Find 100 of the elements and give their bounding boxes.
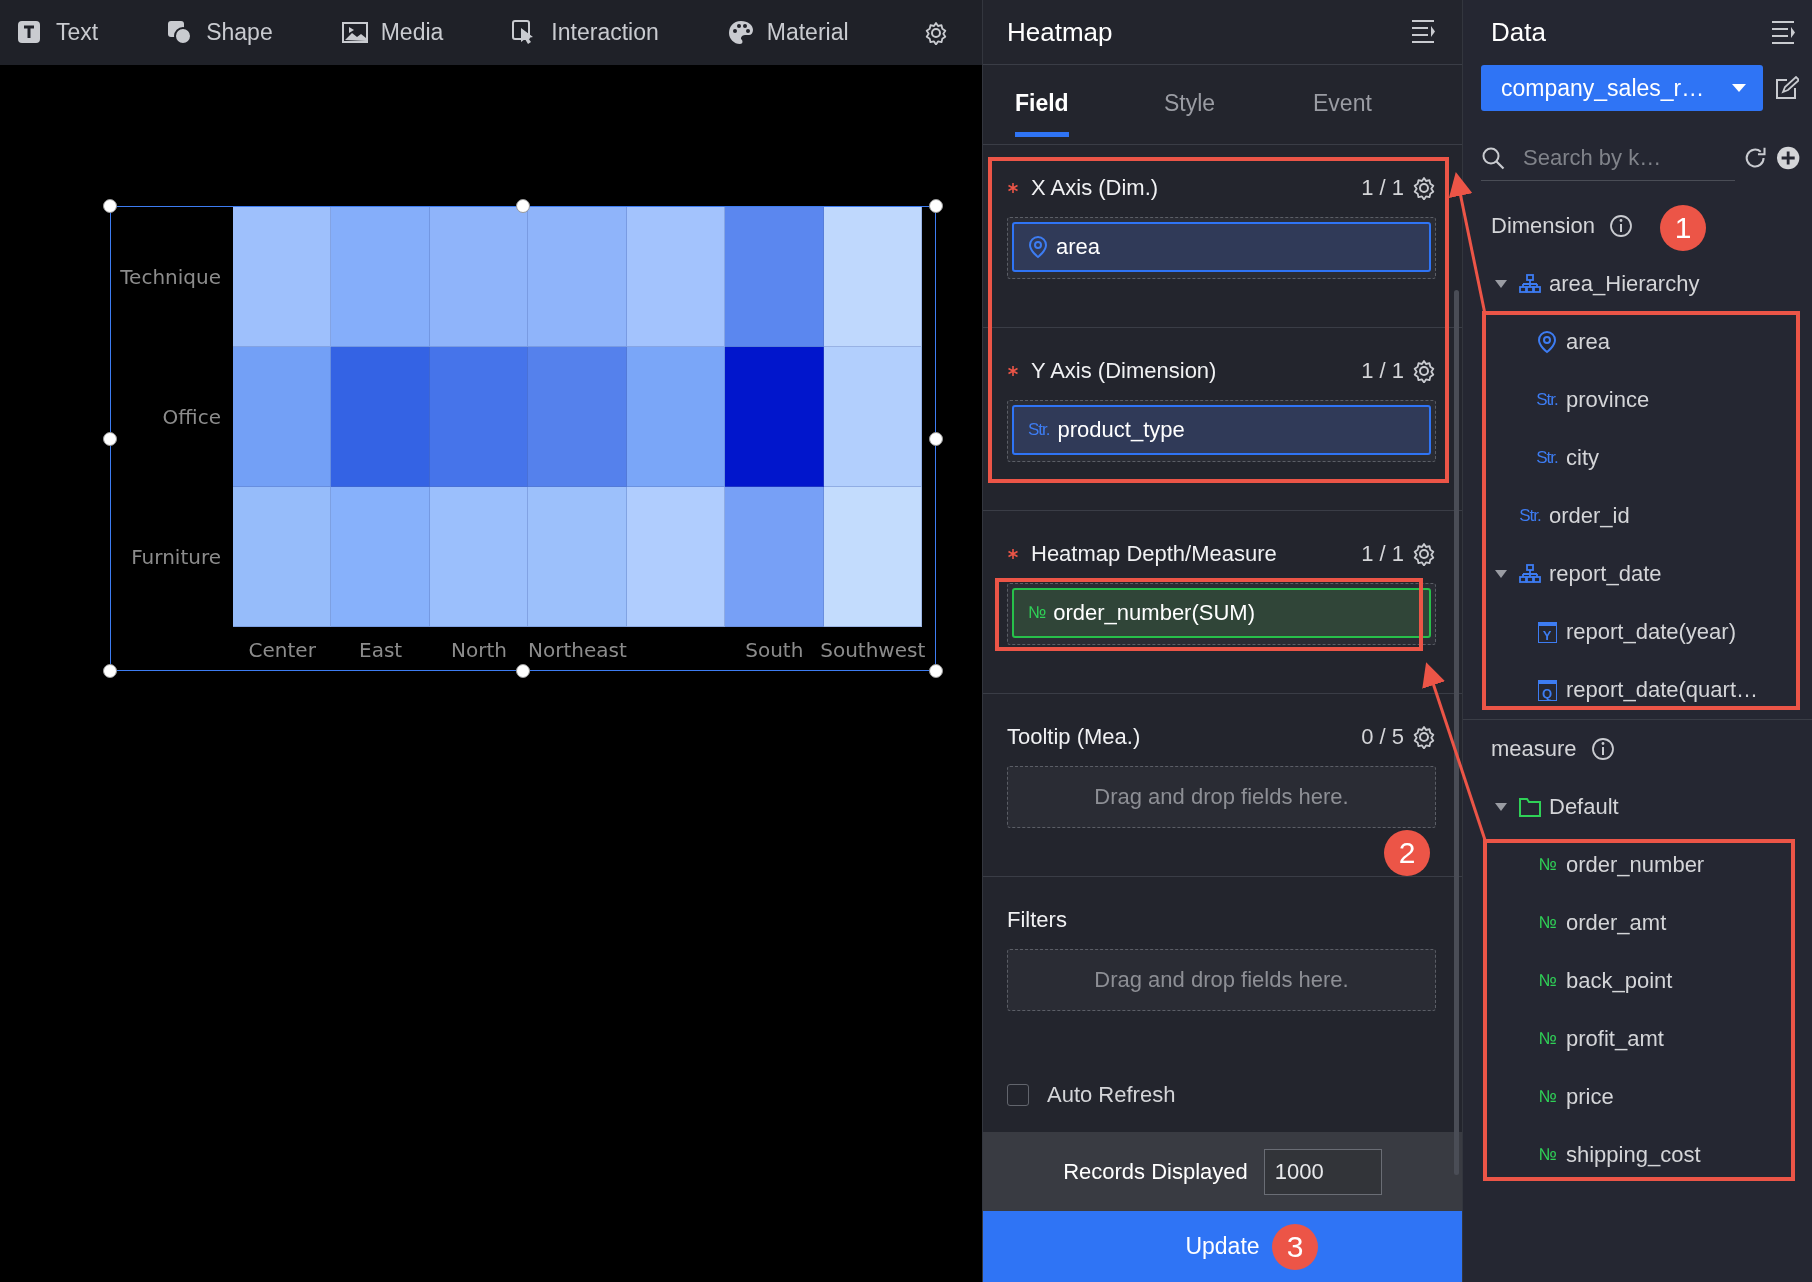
axis-label: Southwest (820, 637, 926, 662)
search-icon (1481, 145, 1505, 170)
resize-handle[interactable] (929, 431, 943, 446)
resize-handle[interactable] (516, 199, 530, 213)
tree-item[interactable]: report_date (1463, 545, 1812, 603)
type-tag: Str. (1028, 420, 1050, 440)
tree-item[interactable]: № back_point (1463, 952, 1812, 1010)
type-tag: Str. (1536, 390, 1558, 410)
type-tag: № (1538, 971, 1556, 991)
resize-handle[interactable] (929, 664, 943, 678)
hierarchy-icon (1519, 564, 1541, 584)
field-count: 0 / 5 (1361, 724, 1404, 750)
resize-handle[interactable] (103, 199, 117, 213)
axis-label: South (745, 637, 804, 662)
checkbox-label: Auto Refresh (1047, 1082, 1176, 1108)
search-field[interactable]: Search by k… (1481, 135, 1736, 181)
dataset-select[interactable]: company_sales_r… (1481, 65, 1763, 111)
panel-title: Data (1491, 17, 1546, 48)
heatmap-chart[interactable]: Technique Office Furniture Center East North Northeast South Southwest (110, 206, 936, 671)
tree-item[interactable]: № shipping_cost (1463, 1126, 1812, 1184)
resize-handle[interactable] (103, 431, 117, 446)
add-icon[interactable] (1775, 145, 1800, 171)
field-label: Records Displayed (1063, 1158, 1248, 1185)
placeholder-text: Drag and drop fields here. (1093, 966, 1350, 994)
collapse-icon[interactable] (1410, 18, 1438, 46)
field-count: 1 / 1 (1361, 541, 1404, 567)
hierarchy-icon (1519, 274, 1541, 294)
tree-item[interactable]: № order_number (1463, 836, 1812, 894)
settings-icon[interactable] (1412, 176, 1436, 200)
tree-item[interactable]: № profit_amt (1463, 1010, 1812, 1068)
field-chip[interactable]: Str. product_type (1012, 405, 1431, 455)
section-title: Heatmap Depth/Measure (1031, 541, 1277, 567)
drop-zone[interactable]: Drag and drop fields here. (1007, 766, 1436, 828)
field-name: product_type (1057, 417, 1185, 443)
tree-item[interactable]: area (1463, 313, 1812, 371)
search-input[interactable]: Search by k… (1521, 143, 1711, 172)
resize-handle[interactable] (929, 199, 943, 213)
scrollbar[interactable] (1454, 290, 1459, 1175)
axis-label: Northeast (528, 637, 627, 662)
collapse-icon[interactable] (1770, 18, 1798, 47)
axis-label: Office (162, 405, 222, 429)
edit-icon[interactable] (1775, 76, 1799, 100)
axis-label: Furniture (131, 545, 222, 569)
field-name: order_number(SUM) (1053, 600, 1255, 626)
settings-icon[interactable] (1412, 359, 1436, 383)
section-title: X Axis (Dim.) (1031, 175, 1159, 201)
type-tag: № (1538, 1145, 1556, 1165)
tab[interactable]: Style (1164, 65, 1313, 145)
tree-item[interactable]: Default (1463, 778, 1812, 836)
tree-item[interactable]: Str. province (1463, 371, 1812, 429)
caret-icon[interactable] (1494, 802, 1508, 812)
tree-item[interactable]: № order_amt (1463, 894, 1812, 952)
field-name: area (1056, 234, 1101, 260)
resize-handle[interactable] (103, 664, 117, 678)
field-count: 1 / 1 (1361, 358, 1404, 384)
section-title: Filters (1007, 907, 1067, 933)
toolbar-button[interactable]: Shape (166, 18, 273, 47)
type-tag: № (1538, 1087, 1556, 1107)
field-chip[interactable]: area (1012, 222, 1431, 272)
type-tag: № (1538, 913, 1556, 933)
toolbar-button[interactable]: Interaction (511, 18, 659, 47)
type-tag: Str. (1536, 448, 1558, 468)
tree-item[interactable]: Str. order_id (1463, 487, 1812, 545)
tree-item[interactable]: № price (1463, 1068, 1812, 1126)
dataset-name: company_sales_r… (1501, 74, 1705, 102)
type-tag: № (1028, 603, 1046, 623)
panel-title: Heatmap (1007, 16, 1113, 48)
tree-item[interactable]: Y report_date(year) (1463, 603, 1812, 661)
toolbar-button[interactable]: Media (340, 18, 444, 47)
caret-icon[interactable] (1494, 279, 1508, 289)
type-tag: № (1538, 1029, 1556, 1049)
info-icon[interactable] (1608, 214, 1633, 238)
section-title: Tooltip (Mea.) (1007, 724, 1141, 750)
info-icon[interactable] (1590, 737, 1615, 761)
tree-item[interactable]: Str. city (1463, 429, 1812, 487)
settings-icon[interactable] (1412, 725, 1436, 749)
checkbox[interactable] (1007, 1084, 1029, 1106)
palette-icon (726, 18, 755, 47)
date-type-icon: Y (1537, 621, 1557, 643)
settings-icon[interactable] (1412, 542, 1436, 566)
drop-zone[interactable]: Drag and drop fields here. (1007, 949, 1436, 1011)
section-title: Y Axis (Dimension) (1031, 358, 1217, 384)
tree-item[interactable]: area_Hierarchy (1463, 255, 1812, 313)
tab[interactable]: Field (1015, 65, 1164, 145)
location-pin-icon (1537, 330, 1557, 354)
toolbar-button[interactable]: Text (16, 18, 99, 47)
toolbar-button[interactable]: Material (726, 18, 849, 47)
folder-icon (1518, 796, 1542, 818)
resize-handle[interactable] (516, 664, 530, 678)
field-count: 1 / 1 (1361, 175, 1404, 201)
group-title: Dimension (1491, 213, 1595, 239)
caret-icon[interactable] (1494, 569, 1508, 579)
caret-icon (1731, 83, 1747, 93)
tab[interactable]: Event (1313, 65, 1462, 145)
placeholder-text: Drag and drop fields here. (1093, 783, 1350, 811)
axis-label: Center (248, 637, 316, 662)
field-chip[interactable]: № order_number(SUM) (1012, 588, 1431, 638)
group-title: measure (1491, 736, 1577, 762)
records-input[interactable]: 1000 (1263, 1148, 1382, 1195)
settings-icon[interactable] (924, 20, 948, 45)
